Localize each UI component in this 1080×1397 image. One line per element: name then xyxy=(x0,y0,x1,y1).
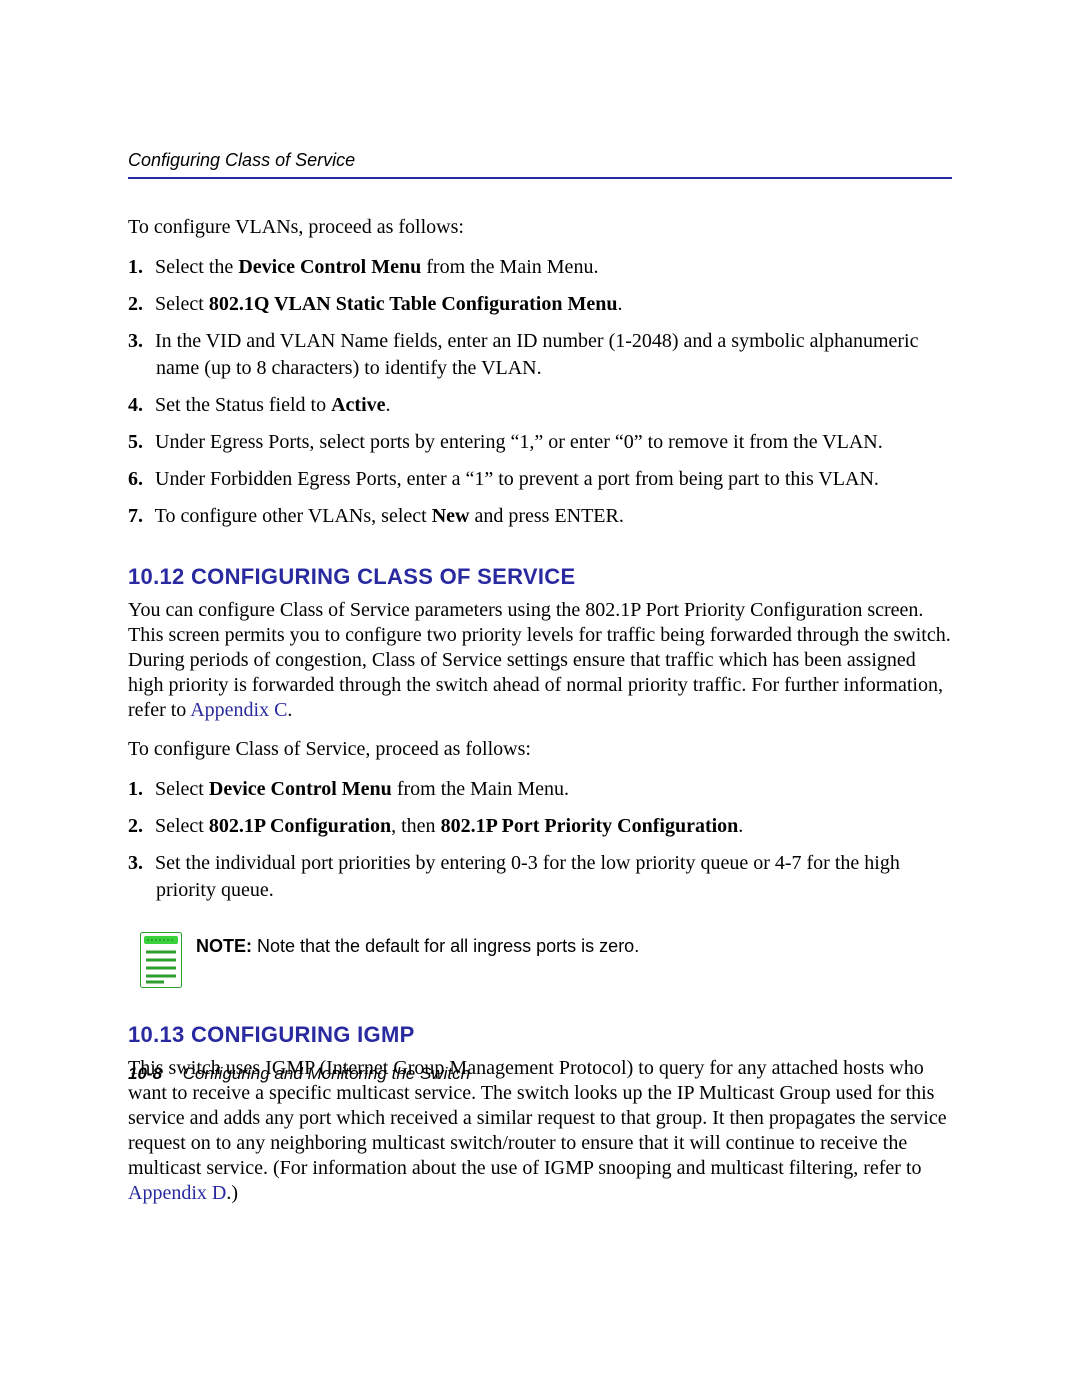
step-bold: Active xyxy=(331,394,385,416)
step-text: Under Egress Ports, select ports by ente… xyxy=(155,431,883,453)
step-bold: 802.1P Configuration xyxy=(209,815,391,837)
cos-body-paragraph: You can configure Class of Service param… xyxy=(128,598,952,723)
chapter-title: Configuring and Monitoring the Switch xyxy=(183,1064,470,1083)
vlan-steps-list: 1. Select the Device Control Menu from t… xyxy=(128,254,952,530)
step-bold: New xyxy=(432,505,470,527)
list-item: 5. Under Egress Ports, select ports by e… xyxy=(128,429,952,456)
step-number: 4. xyxy=(128,392,150,419)
list-item: 1. Select the Device Control Menu from t… xyxy=(128,254,952,281)
vlan-intro-paragraph: To configure VLANs, proceed as follows: xyxy=(128,215,952,240)
step-text: Select the xyxy=(155,256,238,278)
list-item: 1. Select Device Control Menu from the M… xyxy=(128,776,952,803)
note-text: NOTE: Note that the default for all ingr… xyxy=(196,932,639,959)
step-text: from the Main Menu. xyxy=(392,778,569,800)
note-body: Note that the default for all ingress po… xyxy=(252,936,639,956)
list-item: 3. In the VID and VLAN Name fields, ente… xyxy=(128,328,952,382)
body-text: . xyxy=(287,699,292,721)
step-text: Set the Status field to xyxy=(155,394,331,416)
note-block: NOTE: Note that the default for all ingr… xyxy=(140,932,952,988)
step-number: 1. xyxy=(128,776,150,803)
section-heading-cos: 10.12 CONFIGURING CLASS OF SERVICE xyxy=(128,564,952,590)
step-text: Select xyxy=(155,293,209,315)
step-text: and press ENTER. xyxy=(469,505,623,527)
step-number: 1. xyxy=(128,254,150,281)
running-header: Configuring Class of Service xyxy=(128,150,952,171)
document-page: Configuring Class of Service To configur… xyxy=(0,0,1080,1397)
step-number: 2. xyxy=(128,813,150,840)
step-text: Select xyxy=(155,815,209,837)
list-item: 7. To configure other VLANs, select New … xyxy=(128,503,952,530)
page-content: Configuring Class of Service To configur… xyxy=(128,150,952,1220)
step-number: 3. xyxy=(128,328,150,355)
step-text: Set the individual port priorities by en… xyxy=(155,852,900,901)
step-text: . xyxy=(617,293,622,315)
cos-steps-list: 1. Select Device Control Menu from the M… xyxy=(128,776,952,904)
list-item: 2. Select 802.1Q VLAN Static Table Confi… xyxy=(128,291,952,318)
section-heading-igmp: 10.13 CONFIGURING IGMP xyxy=(128,1022,952,1048)
note-label: NOTE: xyxy=(196,936,252,956)
page-footer: 10-8 Configuring and Monitoring the Swit… xyxy=(128,1064,952,1084)
step-number: 5. xyxy=(128,429,150,456)
step-text: In the VID and VLAN Name fields, enter a… xyxy=(155,330,918,379)
step-text: . xyxy=(738,815,743,837)
list-item: 6. Under Forbidden Egress Ports, enter a… xyxy=(128,466,952,493)
step-number: 2. xyxy=(128,291,150,318)
step-number: 7. xyxy=(128,503,150,530)
appendix-d-link[interactable]: Appendix D xyxy=(128,1182,226,1204)
list-item: 4. Set the Status field to Active. xyxy=(128,392,952,419)
step-text: Under Forbidden Egress Ports, enter a “1… xyxy=(155,468,879,490)
header-divider xyxy=(128,177,952,179)
step-bold: 802.1P Port Priority Configuration xyxy=(441,815,739,837)
cos-intro-paragraph: To configure Class of Service, proceed a… xyxy=(128,737,952,762)
step-bold: Device Control Menu xyxy=(209,778,392,800)
step-bold: Device Control Menu xyxy=(238,256,421,278)
step-text: . xyxy=(386,394,391,416)
step-number: 6. xyxy=(128,466,150,493)
list-item: 2. Select 802.1P Configuration, then 802… xyxy=(128,813,952,840)
appendix-c-link[interactable]: Appendix C xyxy=(190,699,287,721)
step-bold: 802.1Q VLAN Static Table Configuration M… xyxy=(209,293,618,315)
step-text: from the Main Menu. xyxy=(421,256,598,278)
body-text: .) xyxy=(226,1182,238,1204)
step-text: Select xyxy=(155,778,209,800)
step-number: 3. xyxy=(128,850,150,877)
step-text: , then xyxy=(391,815,440,837)
list-item: 3. Set the individual port priorities by… xyxy=(128,850,952,904)
step-text: To configure other VLANs, select xyxy=(155,505,432,527)
note-icon xyxy=(140,932,182,988)
page-number: 10-8 xyxy=(128,1064,162,1083)
